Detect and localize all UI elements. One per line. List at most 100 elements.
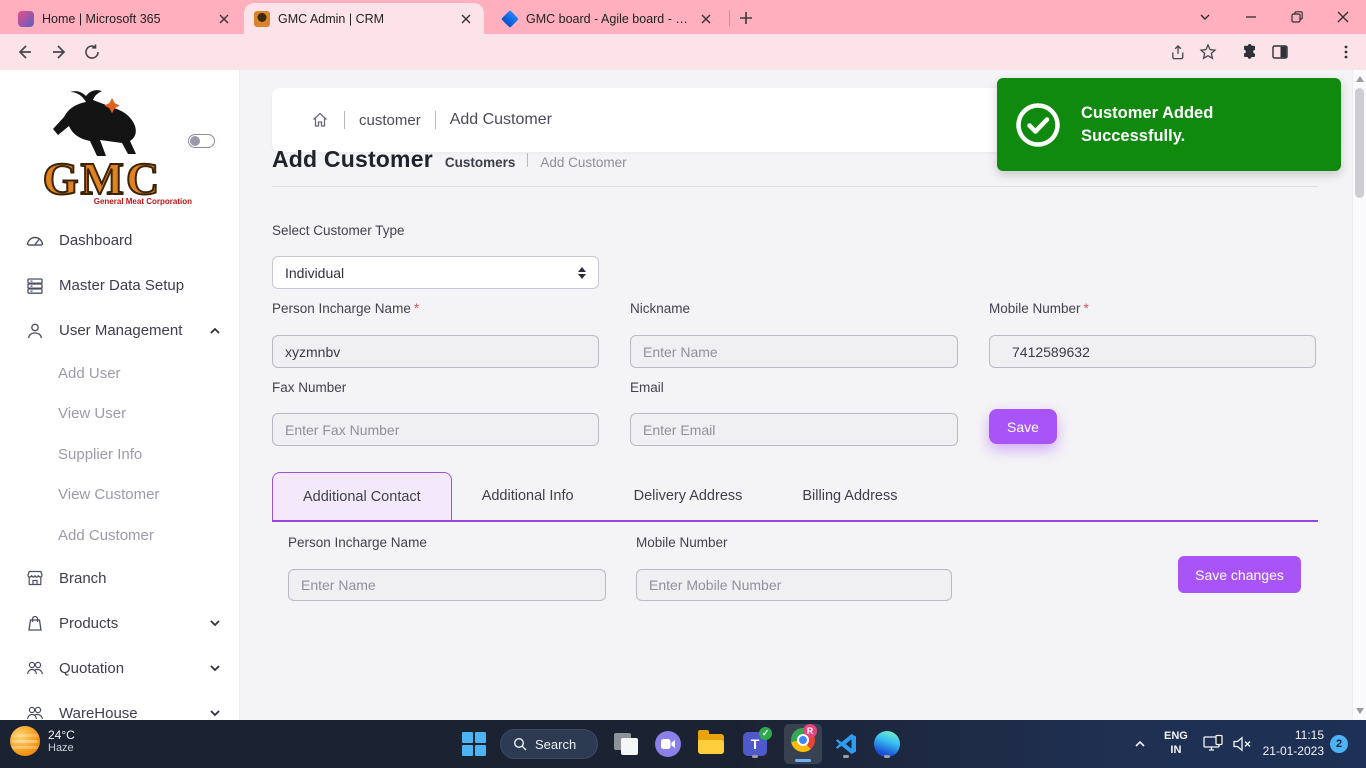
tab-close-icon[interactable] <box>458 11 474 27</box>
breadcrumb-section[interactable]: customer <box>359 112 421 129</box>
sidebar-item-label: User Management <box>59 322 194 339</box>
sidebar-item-add-customer[interactable]: Add Customer <box>0 515 240 556</box>
sidebar-item-master-data-setup[interactable]: Master Data Setup <box>0 263 240 308</box>
contact-mobile-input[interactable] <box>636 569 952 601</box>
browser-tab-jira[interactable]: GMC board - Agile board - Jira <box>492 3 724 34</box>
edge-button[interactable] <box>871 728 903 760</box>
scrollbar-thumb[interactable] <box>1355 88 1364 198</box>
email-label: Email <box>630 380 664 395</box>
sidebar-item-dashboard[interactable]: Dashboard <box>0 218 240 263</box>
scroll-up-arrow-icon[interactable] <box>1356 76 1364 82</box>
bookmark-star-icon[interactable] <box>1196 40 1220 64</box>
user-management-submenu: Add User View User Supplier Info View Cu… <box>0 353 240 556</box>
start-button[interactable] <box>458 728 490 760</box>
task-view-button[interactable] <box>610 728 642 760</box>
cast-display-icon <box>1203 734 1225 754</box>
language-line2: IN <box>1164 744 1188 758</box>
notification-center-button[interactable]: 2 <box>1330 720 1348 768</box>
tab-close-icon[interactable] <box>216 11 232 27</box>
save-changes-button[interactable]: Save changes <box>1178 556 1301 593</box>
sidebar-item-label: Branch <box>59 570 222 587</box>
gmc-logo: GMC General Meat Corporation <box>12 88 192 206</box>
contact-mobile-label: Mobile Number <box>636 535 728 550</box>
scroll-down-arrow-icon[interactable] <box>1356 708 1364 714</box>
customer-type-select[interactable]: Individual <box>272 256 599 289</box>
crumb-customers[interactable]: Customers <box>445 155 516 170</box>
extensions-puzzle-icon[interactable] <box>1238 40 1262 64</box>
window-minimize-button[interactable] <box>1228 0 1274 34</box>
sidebar-item-branch[interactable]: Branch <box>0 556 240 601</box>
window-restore-button[interactable] <box>1274 0 1320 34</box>
person-incharge-input[interactable] <box>272 335 599 368</box>
new-tab-button[interactable] <box>736 8 756 28</box>
fax-number-label: Fax Number <box>272 380 346 395</box>
forward-button[interactable] <box>48 40 72 64</box>
contact-person-incharge-input[interactable] <box>288 569 606 601</box>
save-button[interactable]: Save <box>989 409 1057 444</box>
tab-delivery-address[interactable]: Delivery Address <box>604 472 773 520</box>
person-incharge-label: Person Incharge Name* <box>272 301 419 316</box>
nickname-input[interactable] <box>630 335 958 368</box>
customer-type-value: Individual <box>285 265 344 281</box>
success-toast[interactable]: Customer Added Successfully. <box>997 78 1341 171</box>
teams-button[interactable]: T✓ <box>739 728 771 760</box>
sidebar-collapse-toggle[interactable] <box>188 134 215 148</box>
language-indicator[interactable]: ENG IN <box>1164 720 1188 768</box>
chat-button[interactable] <box>652 728 684 760</box>
running-indicator <box>884 755 890 758</box>
chrome-button-active[interactable]: R <box>784 724 822 764</box>
taskbar-search[interactable]: Search <box>500 729 598 759</box>
back-button[interactable] <box>12 40 36 64</box>
sidebar-item-quotation[interactable]: Quotation <box>0 646 240 691</box>
volume-muted-indicator[interactable] <box>1232 720 1252 768</box>
mobile-number-input[interactable] <box>989 335 1316 368</box>
sidebar-item-view-user[interactable]: View User <box>0 394 240 435</box>
network-indicator[interactable] <box>1203 720 1225 768</box>
tray-hidden-icons-chevron[interactable] <box>1132 720 1148 768</box>
tab-additional-info[interactable]: Additional Info <box>452 472 604 520</box>
sidebar-item-warehouse[interactable]: WareHouse <box>0 691 240 721</box>
browser-menu-chevron-icon[interactable] <box>1182 0 1228 34</box>
reload-button[interactable] <box>80 40 104 64</box>
toast-message: Customer Added Successfully. <box>1081 102 1271 147</box>
tab-billing-address[interactable]: Billing Address <box>772 472 927 520</box>
crumb-add-customer: Add Customer <box>540 155 626 170</box>
chevron-down-icon <box>208 661 222 675</box>
chrome-profile-badge: R <box>803 724 817 738</box>
sidebar-item-label: Products <box>59 615 194 632</box>
sidebar-item-supplier-info[interactable]: Supplier Info <box>0 434 240 475</box>
sidebar-subitem-label: Add Customer <box>58 527 222 544</box>
sidebar-item-products[interactable]: Products <box>0 601 240 646</box>
language-line1: ENG <box>1164 730 1188 744</box>
page-title: Add Customer <box>272 146 433 173</box>
customer-type-label: Select Customer Type <box>272 223 405 238</box>
sidebar: GMC General Meat Corporation Dashboard M… <box>0 70 240 720</box>
tab-additional-contact[interactable]: Additional Contact <box>272 472 452 520</box>
video-chat-icon <box>655 731 681 757</box>
share-icon[interactable] <box>1166 40 1190 64</box>
weather-widget[interactable]: 24°C Haze <box>10 726 75 756</box>
home-icon[interactable] <box>310 110 330 130</box>
sidebar-item-add-user[interactable]: Add User <box>0 353 240 394</box>
fax-number-input[interactable] <box>272 413 599 446</box>
dashboard-gauge-icon <box>25 231 45 251</box>
file-explorer-button[interactable] <box>695 728 727 760</box>
email-input[interactable] <box>630 413 958 446</box>
jira-favicon-icon <box>502 11 518 27</box>
chrome-icon: R <box>791 728 815 752</box>
chevron-down-icon <box>208 616 222 630</box>
tray-date: 21-01-2023 <box>1263 744 1324 760</box>
browser-kebab-menu-icon[interactable] <box>1334 40 1358 64</box>
browser-tab-gmc-admin[interactable]: GMC Admin | CRM <box>244 3 484 34</box>
sidebar-item-view-customer[interactable]: View Customer <box>0 475 240 516</box>
tabs-underline <box>272 520 1318 522</box>
vscode-button[interactable] <box>830 728 862 760</box>
page-scrollbar[interactable] <box>1352 70 1366 720</box>
tab-close-icon[interactable] <box>698 11 714 27</box>
sidebar-item-user-management[interactable]: User Management <box>0 308 240 353</box>
side-panel-icon[interactable] <box>1268 40 1292 64</box>
vscode-icon <box>834 732 858 756</box>
browser-tab-m365[interactable]: Home | Microsoft 365 <box>8 3 242 34</box>
clock-widget[interactable]: 11:15 21-01-2023 <box>1262 720 1324 768</box>
window-close-button[interactable] <box>1320 0 1366 34</box>
